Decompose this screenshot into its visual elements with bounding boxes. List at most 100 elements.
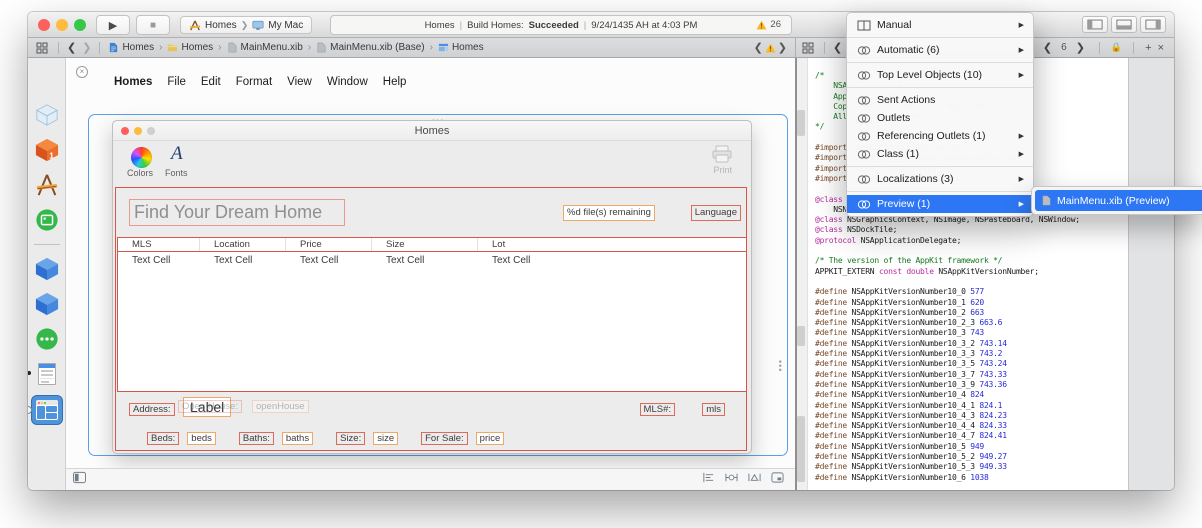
next-issue-icon[interactable]: ❯ [778,41,787,54]
warning-count: 26 [770,19,781,30]
warning-icon [756,19,767,30]
field-value[interactable]: size [373,432,399,445]
table-cell-4[interactable]: Text Cell [478,255,746,266]
menu-item-class-1[interactable]: Class (1) ▶ [847,145,1033,163]
menu-item-top-level-objects-10[interactable]: Top Level Objects (10) ▶ [847,66,1033,84]
table-cell-2[interactable]: Text Cell [286,255,372,266]
menubar-item-edit[interactable]: Edit [201,76,221,88]
first-responder-icon[interactable]: 1 [34,137,60,163]
design-window-titlebar[interactable]: Homes [113,121,751,141]
mls-value-field[interactable]: mls [702,403,725,416]
toggle-utilities-button[interactable] [1140,16,1166,33]
forward-button[interactable]: ❯ [82,41,91,54]
scheme-selector[interactable]: Homes ❯ My Mac [180,16,313,34]
breadcrumb-item-mainmenu-xib-base-3[interactable]: MainMenu.xib (Base) [316,42,425,53]
back-button[interactable]: ❮ [67,41,76,54]
files-owner-icon[interactable] [34,102,60,128]
field-value[interactable]: beds [187,432,216,445]
fonts-toolbar-icon[interactable]: A [171,143,183,165]
menu-item-manual[interactable]: Manual ▶ [847,16,1033,34]
table-cell-0[interactable]: Text Cell [118,255,200,266]
stop-button[interactable]: ■ [136,15,170,35]
listings-table[interactable]: MLS Location Price Size Lot Text Cell Text Ce… [117,237,747,392]
field-label[interactable]: Beds: [147,432,180,445]
breadcrumb-item-mainmenu-xib-2[interactable]: MainMenu.xib [227,42,303,53]
colors-toolbar-icon[interactable] [131,147,152,168]
headline-label[interactable]: Find Your Dream Home [129,199,345,226]
field-label[interactable]: For Sale: [421,432,468,445]
application-icon[interactable] [34,172,60,198]
field-label[interactable]: Size: [336,432,366,445]
object-2-icon[interactable] [34,291,60,317]
toggle-navigator-button[interactable] [1082,16,1108,33]
add-assistant-editor-button[interactable]: + [1145,42,1151,54]
next-counterpart-button[interactable]: ❯ [1076,41,1085,54]
language-button[interactable]: Language [690,205,741,221]
previous-issue-icon[interactable]: ❮ [754,41,763,54]
mls-number-label[interactable]: MLS#: [639,403,675,416]
menubar-item-window[interactable]: Window [327,76,368,88]
menubar-item-format[interactable]: Format [236,76,272,88]
menu-item-localizations-3[interactable]: Localizations (3) ▶ [847,170,1033,188]
field-label[interactable]: Baths: [238,432,274,445]
breadcrumb-item-homes-4[interactable]: Homes [438,42,484,53]
object-1-icon[interactable] [34,256,60,282]
open-house-row[interactable]: Open House: openHouse [178,400,309,413]
connection-menu: Manual ▶ Automatic (6) ▶ Top Level Objects (… [846,12,1034,217]
resizing-behavior-icon[interactable] [770,471,785,489]
back-button[interactable]: ❮ [833,41,842,54]
related-items-icon[interactable] [802,42,814,54]
lock-icon[interactable]: 🔒 [1111,42,1122,53]
breadcrumb-item-homes-0[interactable]: Homes [108,42,154,53]
column-header-lot[interactable]: Lot [478,238,746,251]
menu-dots-icon[interactable] [34,326,60,352]
field-value[interactable]: baths [281,432,314,445]
column-header-mls[interactable]: MLS [118,238,200,251]
minimize-button[interactable] [56,19,68,31]
toggle-debug-area-button[interactable] [1111,16,1137,33]
pin-icon[interactable] [724,471,739,489]
table-body[interactable]: Text Cell Text Cell Text Cell Text Cell Text… [117,252,747,392]
menu-item-outlets[interactable]: Outlets [847,109,1033,127]
menu-item-automatic-6[interactable]: Automatic (6) ▶ [847,41,1033,59]
window-selected-icon[interactable] [28,396,62,424]
menu-icon[interactable] [28,361,60,387]
counterparts-icon [857,95,871,106]
column-header-location[interactable]: Location [200,238,286,251]
resize-handle-right[interactable]: ••• [775,360,785,372]
menu-item-sent-actions[interactable]: Sent Actions [847,91,1033,109]
zoom-button[interactable] [74,19,86,31]
ib-canvas[interactable]: × Homes File Edit Format View Window Help ••• … [66,58,795,468]
code-line: #define NSAppKitVersionNumber10_4_1 824.… [815,400,1003,410]
menubar-item-help[interactable]: Help [383,76,407,88]
menubar-item-homes[interactable]: Homes [114,76,152,88]
scheme-target-label: My Mac [268,19,304,31]
breadcrumb-item-homes-1[interactable]: Homes [167,42,213,53]
column-header-size[interactable]: Size [372,238,478,251]
field-value[interactable]: price [475,432,505,445]
menu-item-preview-1[interactable]: Preview (1) ▶ [847,195,1033,213]
related-items-icon[interactable] [36,42,48,54]
table-cell-3[interactable]: Text Cell [372,255,478,266]
previous-counterpart-button[interactable]: ❮ [1043,41,1052,54]
media-icon[interactable] [34,207,60,233]
close-button[interactable] [38,19,50,31]
issue-stepper[interactable]: ❮ ❯ [754,41,787,54]
collapse-outline-icon[interactable]: × [76,66,88,78]
menu-item-referencing-outlets-1[interactable]: Referencing Outlets (1) ▶ [847,127,1033,145]
resolve-auto-layout-icon[interactable] [747,471,762,489]
address-label[interactable]: Address: [129,403,175,416]
align-icon[interactable] [701,471,716,489]
submenu-item-mainmenu-xib-preview[interactable]: MainMenu.xib (Preview) [1035,190,1202,211]
run-button[interactable]: ▶ [96,15,130,35]
pane-divider[interactable] [795,58,797,490]
warning-count-badge[interactable]: 26 [756,19,781,30]
menubar-item-view[interactable]: View [287,76,312,88]
files-remaining-label[interactable]: %d file(s) remaining [563,205,655,221]
table-row[interactable]: Text Cell Text Cell Text Cell Text Cell Text… [118,252,746,266]
menubar-item-file[interactable]: File [167,76,186,88]
column-header-price[interactable]: Price [286,238,372,251]
close-assistant-editor-button[interactable]: × [1158,42,1164,54]
document-outline-toggle-icon[interactable] [72,471,87,489]
table-cell-1[interactable]: Text Cell [200,255,286,266]
